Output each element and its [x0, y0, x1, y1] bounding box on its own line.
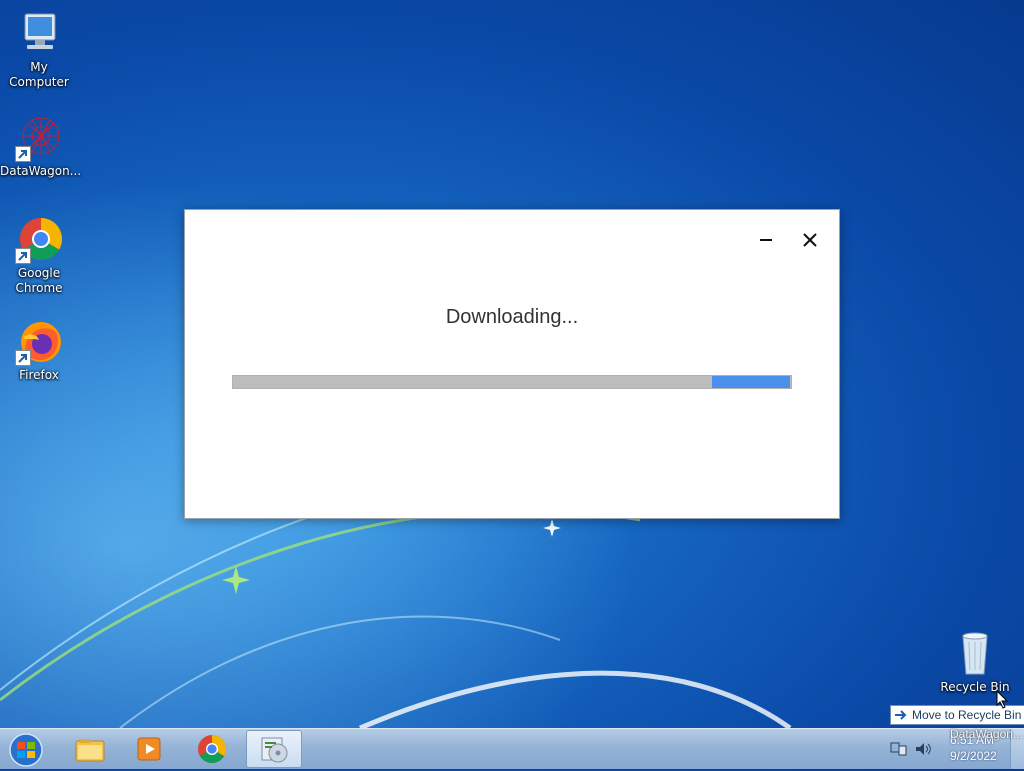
chrome-icon [198, 735, 227, 764]
volume-icon[interactable] [914, 740, 932, 758]
desktop-icon-datawagon[interactable]: DataWagon... [0, 114, 82, 179]
chrome-icon [15, 216, 63, 264]
clock-date: 9/2/2022 [950, 749, 997, 763]
firefox-icon [15, 318, 63, 366]
desktop-icon-label: My Computer [9, 60, 69, 89]
download-status-text: Downloading... [445, 306, 579, 328]
taskbar-chrome[interactable] [184, 730, 240, 768]
desktop-icon-label: DataWagon... [0, 164, 82, 178]
taskbar-file-explorer[interactable] [62, 730, 118, 768]
desktop-icon-label: Firefox [19, 368, 59, 382]
arrow-right-icon [895, 710, 907, 720]
close-icon [803, 233, 817, 247]
recycle-bin-icon [951, 630, 999, 678]
desktop-icon-my-computer[interactable]: My Computer [0, 10, 78, 90]
start-button[interactable] [6, 731, 46, 767]
download-dialog: Downloading... [184, 209, 840, 519]
media-player-icon [137, 737, 161, 761]
minimize-icon [760, 239, 772, 241]
mouse-cursor-icon [996, 690, 1009, 709]
computer-icon [15, 10, 63, 58]
desktop-icon-recycle-bin[interactable]: Recycle Bin [936, 630, 1014, 695]
taskbar-media-player[interactable] [122, 730, 178, 768]
desktop-icon-firefox[interactable]: Firefox [0, 318, 78, 383]
drag-tooltip-text: Move to Recycle Bin [912, 708, 1022, 722]
minimize-button[interactable] [751, 226, 781, 254]
network-icon[interactable] [890, 740, 908, 758]
datawagon-icon [15, 114, 63, 162]
installer-icon [261, 737, 288, 763]
drag-ghost-label: DataWagon... [950, 727, 1023, 741]
start-orb-icon [9, 733, 43, 767]
shortcut-arrow-icon [15, 350, 31, 366]
taskbar-installer[interactable] [246, 730, 302, 768]
shortcut-arrow-icon [15, 248, 31, 264]
file-explorer-icon [75, 739, 105, 762]
desktop-icon-label: Google Chrome [15, 266, 63, 295]
desktop-icon-google-chrome[interactable]: Google Chrome [0, 216, 78, 296]
shortcut-arrow-icon [15, 146, 31, 162]
download-progress-bar [232, 375, 792, 389]
close-button[interactable] [795, 226, 825, 254]
progress-indicator [712, 376, 790, 388]
taskbar: 6:51 AM 9/2/2022 [0, 728, 1024, 769]
